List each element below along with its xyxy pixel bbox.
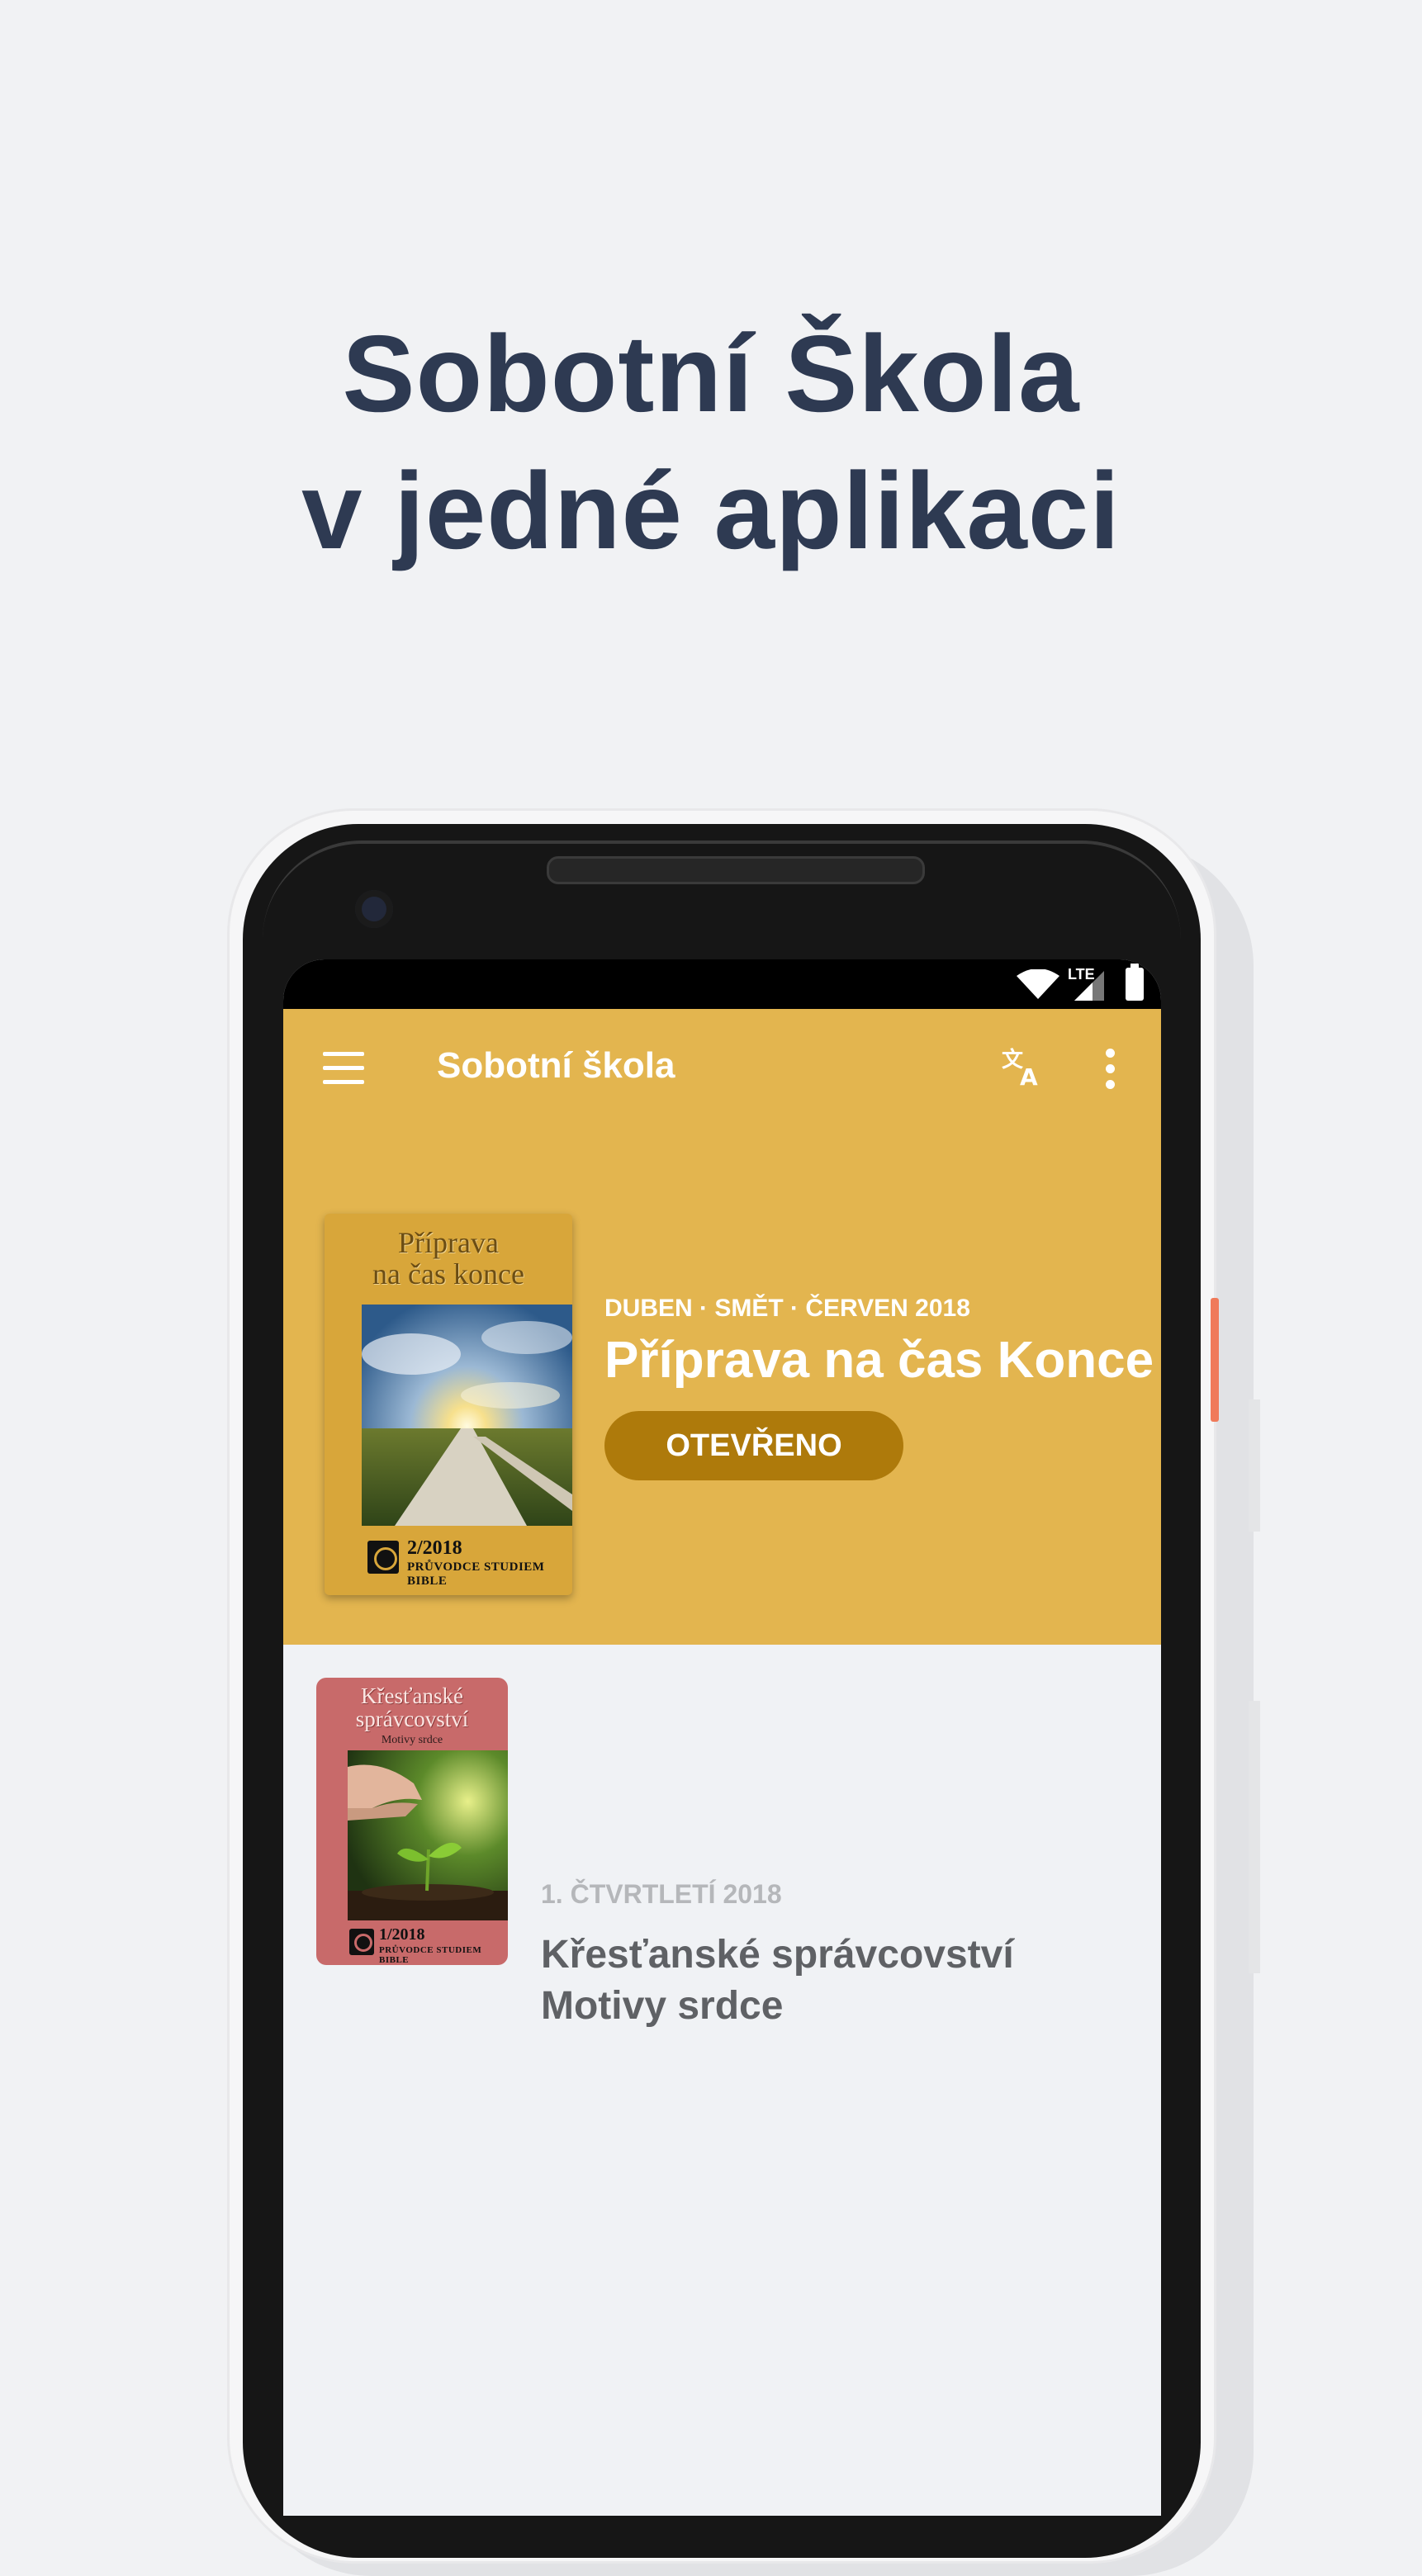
quarterly-title: Křesťanské správcovství Motivy srdce: [541, 1933, 1014, 2028]
cover-photo-seedling: [348, 1750, 508, 1920]
cover-title: Křesťanské správcovství: [355, 1683, 469, 1731]
front-camera: [355, 890, 393, 928]
cover-title: Příprava na čas konce: [372, 1226, 524, 1290]
svg-text:A: A: [1020, 1063, 1038, 1087]
headline-line-2: v jedné aplikaci: [301, 450, 1121, 571]
volume-down-button: [1249, 1701, 1260, 1973]
publisher-logo-icon: [349, 1929, 374, 1955]
featured-dates: DUBEN · SMĚT · ČERVEN 2018: [604, 1295, 970, 1322]
marketing-headline: Sobotní Škola v jedné aplikaci: [0, 305, 1422, 580]
featured-title: Příprava na čas Konce: [604, 1332, 1154, 1389]
translate-icon[interactable]: 文 A: [1002, 1045, 1043, 1096]
cover-subtitle: Motivy srdce: [381, 1734, 443, 1746]
wifi-icon: [1017, 969, 1059, 999]
cover-issue-label: 2/2018 PRŮVODCE STUDIEM BIBLE: [367, 1537, 566, 1588]
open-button[interactable]: OTEVŘENO: [604, 1411, 903, 1480]
battery-icon: [1126, 964, 1144, 1001]
volume-button: [1249, 1399, 1260, 1532]
headline-line-1: Sobotní Škola: [342, 313, 1080, 434]
cover-issue-label: 1/2018 PRŮVODCE STUDIEM BIBLE: [349, 1925, 506, 1965]
app-bar: Sobotní škola 文 A: [283, 1009, 1161, 1133]
quarterly-date: 1. ČTVRTLETÍ 2018: [541, 1879, 782, 1909]
status-bar: LTE: [283, 959, 1161, 1009]
list-item[interactable]: Křesťanské správcovství Motivy srdce 1/2…: [283, 1645, 1161, 2028]
phone-speaker: [547, 856, 925, 884]
featured-cover-image[interactable]: Příprava na čas konce 2/2018 PRŮVODCE ST…: [325, 1214, 572, 1595]
power-button: [1211, 1298, 1219, 1422]
hamburger-menu-icon[interactable]: [323, 1052, 364, 1085]
signal-icon: [1074, 971, 1104, 1001]
app-screen: LTE Sobotní škola 文 A Příprava na čas ko…: [283, 959, 1161, 2516]
more-vert-icon[interactable]: [1106, 1049, 1117, 1096]
app-title: Sobotní škola: [437, 1045, 675, 1086]
featured-quarterly[interactable]: Příprava na čas konce 2/2018 PRŮVODCE ST…: [283, 1133, 1161, 1645]
publisher-logo-icon: [367, 1541, 399, 1574]
cover-photo-sunrise-road: [362, 1305, 572, 1526]
quarterly-cover-image[interactable]: Křesťanské správcovství Motivy srdce 1/2…: [316, 1678, 508, 1965]
